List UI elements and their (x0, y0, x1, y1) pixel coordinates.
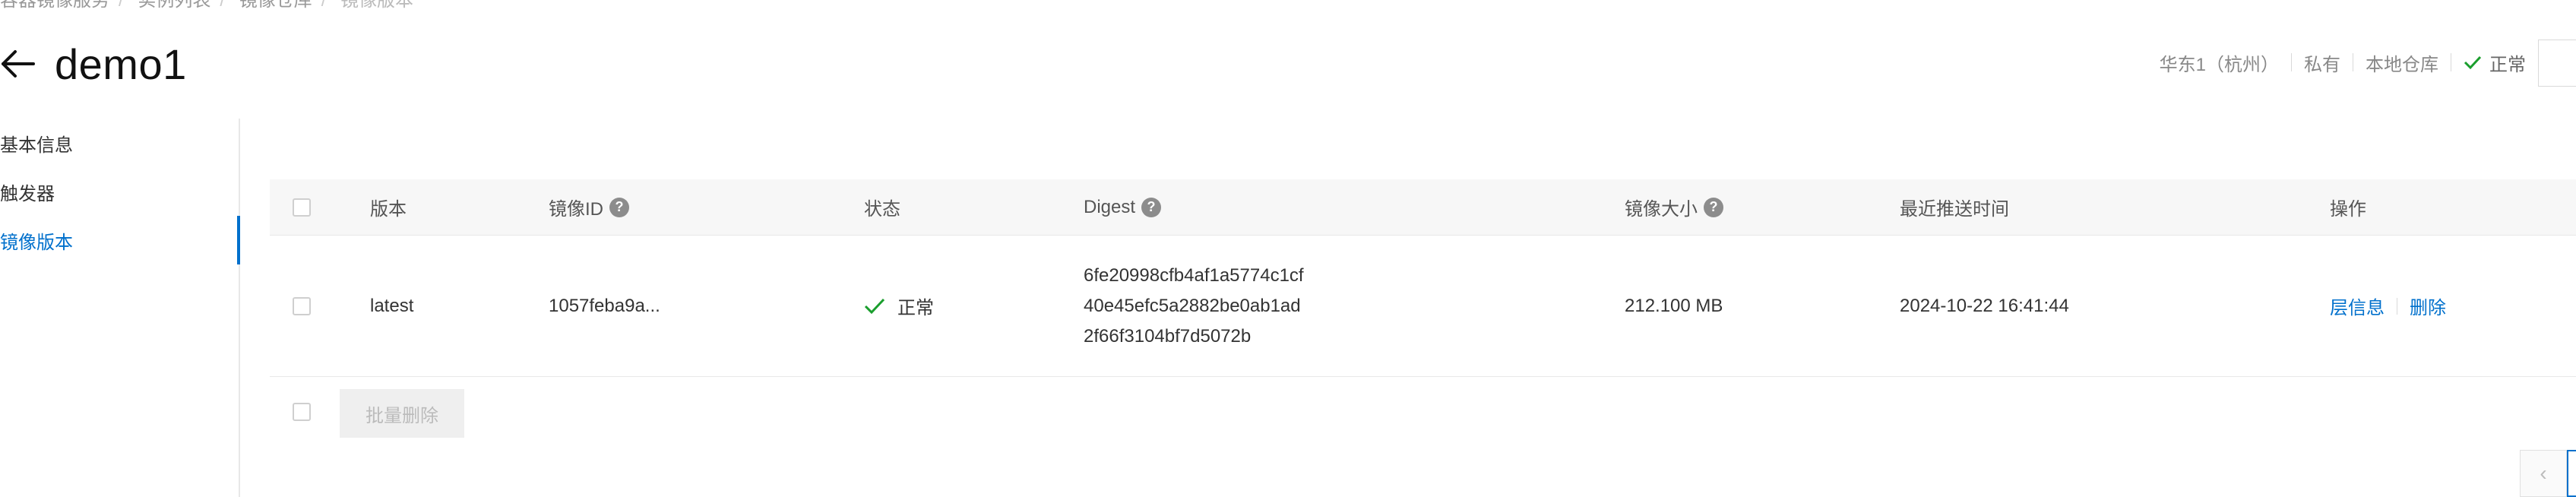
column-header-digest: Digest ? (1084, 196, 1162, 218)
repo-status: 正常 (2464, 49, 2526, 76)
table-header: 版本 镜像ID ? 状态 Digest ? 镜像大小 ? 最近推送时间 操作 (270, 179, 2576, 236)
sidebar-item-label: 镜像版本 (0, 232, 73, 253)
page-title: demo1 (55, 40, 187, 88)
digest-cell: 6fe20998cfb4af1a5774c1cf 40e45efc5a2882b… (1084, 261, 1304, 352)
size-cell: 212.100 MB (1625, 295, 1723, 316)
select-all-checkbox[interactable] (293, 198, 311, 217)
title-row: demo1 (0, 36, 187, 91)
check-icon (864, 298, 885, 314)
check-icon (2464, 55, 2482, 70)
digest-line: 40e45efc5a2882be0ab1ad (1084, 295, 1301, 316)
sidebar-item-triggers[interactable]: 触发器 (0, 167, 239, 216)
digest-line: 2f66f3104bf7d5072b (1084, 325, 1252, 347)
column-header-status: 状态 (864, 199, 900, 220)
sidebar-item-label: 基本信息 (0, 135, 73, 156)
breadcrumb-item[interactable]: 容器镜像服务 (0, 0, 109, 11)
column-header-ops: 操作 (2330, 199, 2366, 220)
breadcrumb-item[interactable]: 实例列表 (138, 0, 210, 11)
sidebar: 基本信息 触发器 镜像版本 (0, 119, 240, 497)
question-circle-icon[interactable]: ? (1141, 197, 1162, 217)
repo-status-text: 正常 (2489, 54, 2526, 75)
page-current[interactable] (2567, 450, 2576, 497)
version-cell: latest (370, 295, 414, 316)
column-header-label: Digest (1084, 196, 1136, 217)
column-header-image-id: 镜像ID ? (549, 194, 629, 220)
sidebar-item-label: 触发器 (0, 183, 55, 204)
delete-link[interactable]: 删除 (2410, 293, 2446, 319)
breadcrumb-current: 镜像版本 (340, 0, 414, 11)
status-cell: 正常 (864, 293, 934, 319)
sidebar-item-image-versions[interactable]: 镜像版本 (0, 216, 240, 264)
column-header-size: 镜像大小 ? (1625, 194, 1723, 220)
table-footer: 批量删除 (270, 377, 2576, 441)
image-id-cell: 1057feba9a... (549, 295, 660, 316)
visibility-label: 私有 (2304, 54, 2340, 75)
divider (2291, 53, 2292, 71)
column-header-label: 镜像大小 (1625, 199, 1698, 220)
column-header-push-time: 最近推送时间 (1900, 199, 2009, 220)
repo-type-label: 本地仓库 (2366, 54, 2438, 75)
push-time-cell: 2024-10-22 16:41:44 (1900, 295, 2069, 316)
column-header-version: 版本 (370, 199, 407, 220)
batch-delete-button[interactable]: 批量删除 (340, 389, 464, 438)
image-version-table: 版本 镜像ID ? 状态 Digest ? 镜像大小 ? 最近推送时间 操作 l… (270, 179, 2576, 441)
region-label: 华东1（杭州） (2159, 54, 2279, 75)
arrow-left-icon[interactable] (0, 45, 38, 83)
ops-cell: 层信息 删除 (2330, 293, 2446, 319)
layer-info-link[interactable]: 层信息 (2330, 293, 2385, 319)
breadcrumb: 容器镜像服务 / 实例列表 / 镜像仓库 / 镜像版本 (0, 0, 422, 11)
footer-select-all-checkbox[interactable] (293, 403, 311, 421)
column-header-label: 镜像ID (549, 199, 603, 220)
sidebar-item-basic-info[interactable]: 基本信息 (0, 119, 239, 167)
chevron-left-icon[interactable]: ‹ (2520, 450, 2567, 497)
digest-line: 6fe20998cfb4af1a5774c1cf (1084, 264, 1304, 286)
question-circle-icon[interactable]: ? (1704, 197, 1723, 217)
table-row: latest 1057feba9a... 正常 6fe20998cfb4af1a… (270, 236, 2576, 377)
action-button-partial[interactable] (2538, 40, 2576, 87)
breadcrumb-item[interactable]: 镜像仓库 (239, 0, 312, 11)
repo-meta: 华东1（杭州） 私有 本地仓库 正常 (2160, 47, 2526, 78)
pagination: ‹ (2520, 450, 2576, 497)
status-text: 正常 (897, 298, 934, 318)
question-circle-icon[interactable]: ? (609, 197, 629, 217)
row-checkbox[interactable] (293, 296, 311, 315)
